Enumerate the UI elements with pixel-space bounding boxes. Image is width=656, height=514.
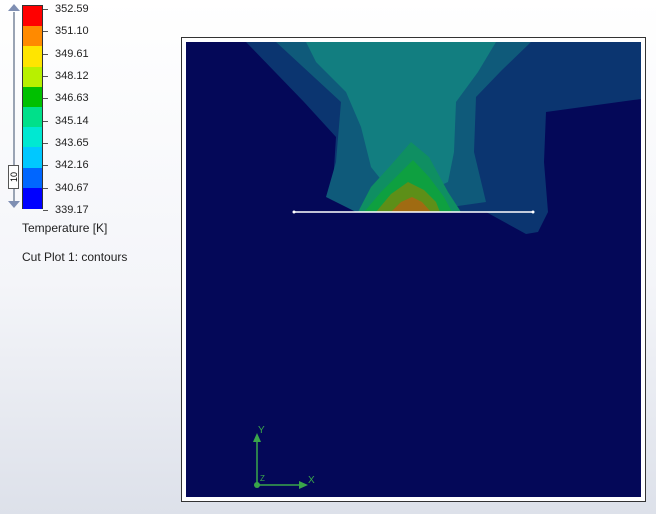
color-bar-tick bbox=[43, 98, 48, 100]
color-bar-value-label: 348.12 bbox=[55, 70, 89, 82]
color-bar-value-label: 342.16 bbox=[55, 159, 89, 172]
color-bar-value-label: 340.67 bbox=[55, 181, 89, 194]
plot-caption: Cut Plot 1: contours bbox=[22, 250, 128, 264]
color-bar-band bbox=[23, 46, 42, 68]
color-bar-band bbox=[23, 6, 42, 27]
legend-title: Temperature [K] bbox=[22, 221, 108, 235]
y-axis-label: Y bbox=[258, 425, 265, 436]
color-bar-tick bbox=[43, 76, 48, 77]
cut-plot-lower-region bbox=[186, 234, 641, 497]
color-bar-band bbox=[23, 127, 42, 149]
color-bar-value-label: 349.61 bbox=[55, 47, 89, 60]
color-bar-value-label: 352.59 bbox=[55, 3, 89, 15]
color-bar-value-label: 343.65 bbox=[55, 137, 89, 149]
color-bar-tick bbox=[43, 9, 48, 10]
cut-plot-view[interactable]: Y X Z bbox=[186, 42, 641, 497]
color-bar-value-label: 351.10 bbox=[55, 25, 89, 38]
slider-up-arrow-icon[interactable] bbox=[8, 4, 20, 11]
color-bar-band bbox=[23, 26, 42, 48]
color-bar-band bbox=[23, 66, 42, 88]
slider-down-arrow-icon[interactable] bbox=[8, 201, 20, 208]
color-bar-value-label: 339.17 bbox=[55, 204, 89, 216]
legend-slider-handle[interactable]: 10 bbox=[8, 165, 19, 189]
color-bar-tick bbox=[43, 187, 48, 189]
color-bar-tick bbox=[43, 120, 48, 122]
cut-line-end-marker bbox=[531, 210, 535, 214]
color-bar-tick bbox=[43, 53, 48, 55]
color-bar-tick bbox=[43, 210, 48, 211]
color-bar bbox=[22, 5, 43, 209]
cut-line-start-marker bbox=[292, 210, 296, 214]
legend: 10 352.59 351.10 349.61 348.12 346.63 345.14 3… bbox=[0, 0, 175, 270]
color-bar-band bbox=[23, 86, 42, 108]
color-bar-tick bbox=[43, 143, 48, 144]
x-axis-label: X bbox=[308, 475, 315, 486]
color-bar-band bbox=[23, 167, 42, 189]
color-bar-band bbox=[23, 187, 42, 209]
slider-value: 10 bbox=[9, 172, 19, 183]
z-axis-label: Z bbox=[260, 474, 265, 483]
color-bar-band bbox=[23, 147, 42, 169]
color-bar-value-label: 345.14 bbox=[55, 114, 89, 127]
color-bar-value-label: 346.63 bbox=[55, 92, 89, 105]
color-bar-tick bbox=[43, 165, 48, 167]
color-bar-tick bbox=[43, 31, 48, 33]
color-bar-band bbox=[23, 107, 42, 128]
